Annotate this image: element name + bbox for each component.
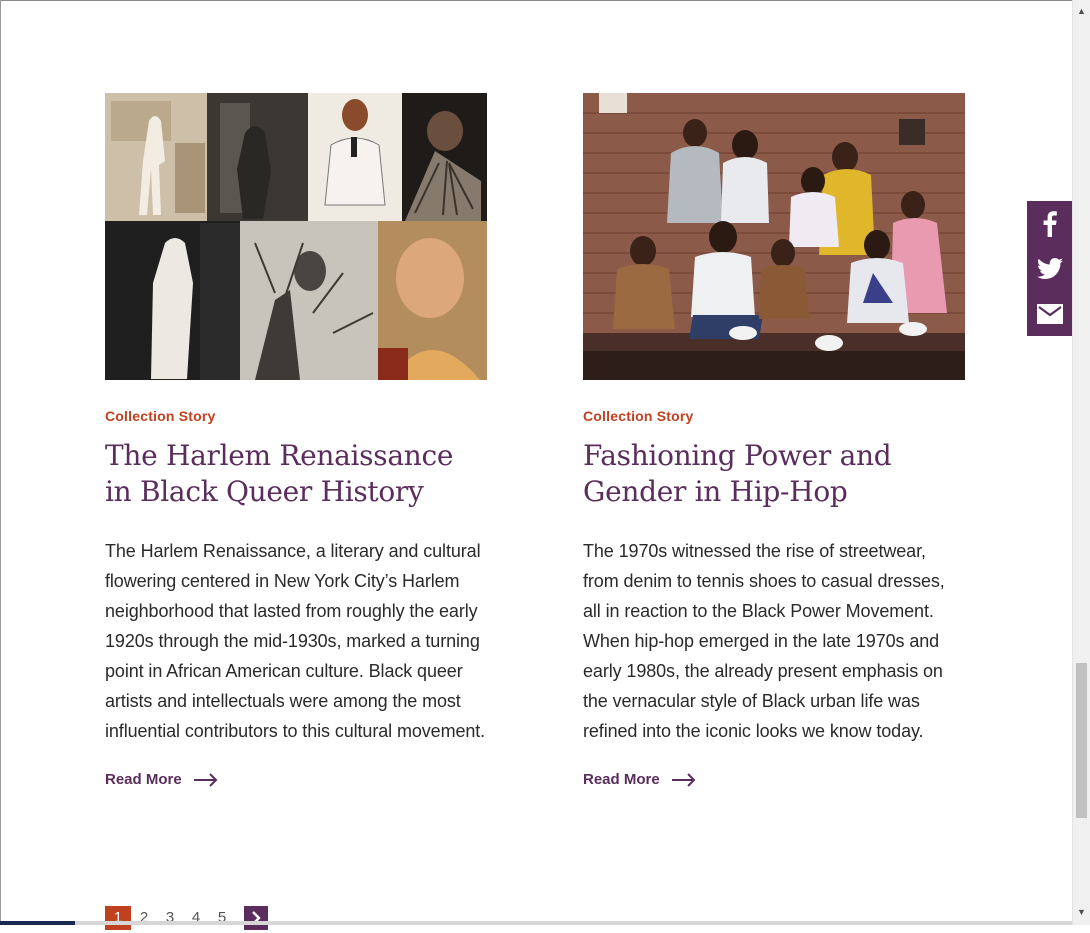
card-category: Collection Story — [105, 408, 216, 424]
share-twitter-button[interactable] — [1027, 246, 1072, 291]
scroll-up-icon[interactable]: ▲ — [1073, 4, 1090, 18]
arrow-right-icon — [671, 772, 696, 787]
card-category: Collection Story — [583, 408, 694, 424]
bottom-edge — [0, 921, 1072, 925]
page-3-button[interactable]: 3 — [157, 906, 183, 930]
share-bar — [1027, 201, 1072, 336]
harlem-collage-image[interactable] — [105, 93, 487, 380]
read-more-label: Read More — [105, 771, 182, 788]
card-title[interactable]: Fashioning Power and Gender in Hip-Hop — [583, 438, 965, 510]
card-title[interactable]: The Harlem Renaissance in Black Queer Hi… — [105, 438, 487, 510]
share-email-button[interactable] — [1027, 291, 1072, 336]
email-icon — [1036, 303, 1063, 324]
read-more-link[interactable]: Read More — [583, 771, 965, 788]
arrow-right-icon — [193, 772, 218, 787]
story-card-hiphop: Collection Story Fashioning Power and Ge… — [583, 93, 965, 788]
scrollbar-thumb[interactable] — [1076, 663, 1087, 818]
page-2-button[interactable]: 2 — [131, 906, 157, 930]
hiphop-group-photo[interactable] — [583, 93, 965, 380]
card-description: The 1970s witnessed the rise of streetwe… — [583, 541, 945, 741]
scroll-down-icon[interactable]: ▼ — [1073, 905, 1090, 919]
window-left-border — [0, 0, 1, 925]
twitter-icon — [1036, 257, 1063, 279]
window-top-border — [0, 0, 1090, 1]
next-page-button[interactable] — [244, 906, 268, 930]
page-1-button[interactable]: 1 — [105, 906, 131, 930]
read-more-label: Read More — [583, 771, 660, 788]
read-more-link[interactable]: Read More — [105, 771, 487, 788]
story-card-harlem: Collection Story The Harlem Renaissance … — [105, 93, 487, 788]
share-facebook-button[interactable] — [1027, 201, 1072, 246]
bottom-edge-accent — [0, 921, 75, 925]
page-5-button[interactable]: 5 — [209, 906, 235, 930]
vertical-scrollbar[interactable]: ▲ ▼ — [1072, 0, 1090, 925]
facebook-icon — [1043, 210, 1057, 237]
card-description: The Harlem Renaissance, a literary and c… — [105, 541, 486, 741]
page-4-button[interactable]: 4 — [183, 906, 209, 930]
